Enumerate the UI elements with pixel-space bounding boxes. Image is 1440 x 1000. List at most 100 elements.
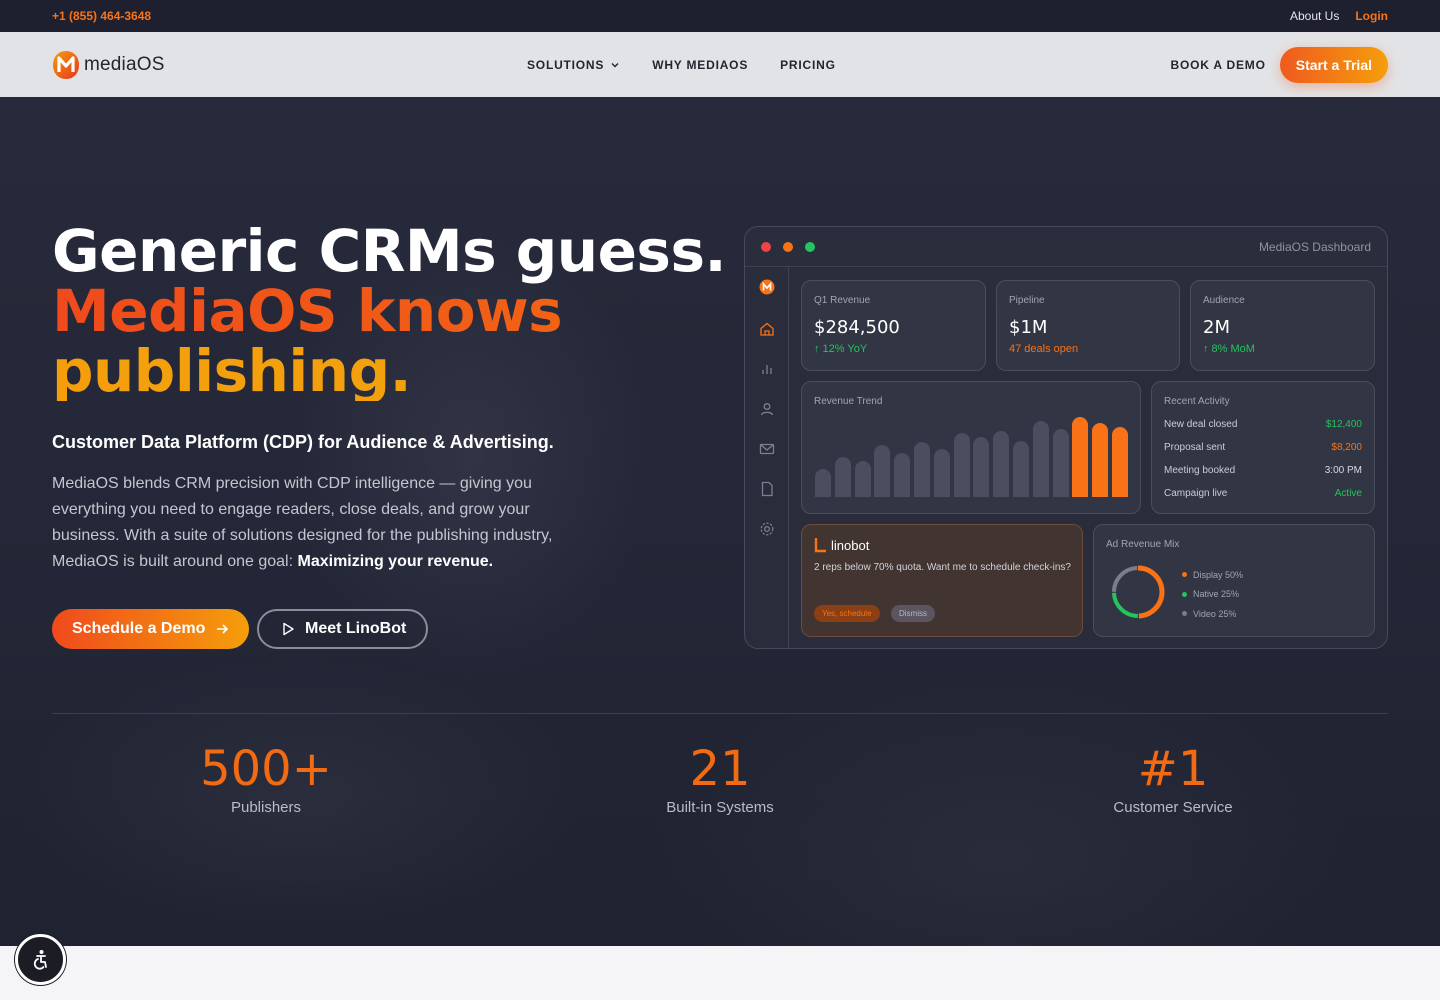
stat-label: Publishers: [230, 799, 302, 816]
stat-built-in-systems: 21 Built-in Systems: [570, 745, 870, 816]
headline-line-1: Generic CRMs guess.: [52, 217, 727, 285]
book-demo-link[interactable]: BOOK A DEMO: [1170, 58, 1265, 72]
kpi-label: Pipeline: [1009, 295, 1045, 306]
accessibility-button[interactable]: [15, 934, 66, 985]
activity-value: $12,400: [1325, 419, 1362, 430]
stat-value: 500+: [200, 741, 332, 797]
legend-item: Native 25%: [1182, 585, 1243, 605]
kpi-value: $284,500: [814, 317, 900, 338]
activity-name: Proposal sent: [1164, 442, 1226, 453]
primary-menu: SOLUTIONS WHY MEDIAOS PRICING: [527, 58, 836, 72]
linobot-card: linobot 2 reps below 70% quota. Want me …: [801, 524, 1083, 637]
mediaos-logo-icon: [53, 50, 79, 79]
about-us-link[interactable]: About Us: [1290, 9, 1339, 23]
chart-icon[interactable]: [759, 361, 775, 377]
stat-customer-service: #1 Customer Service: [1023, 745, 1323, 816]
accessibility-icon: [33, 949, 47, 970]
revenue-trend-bar: [1092, 423, 1109, 497]
headline-line-3: publishing.: [52, 341, 726, 401]
chevron-down-icon: [611, 62, 619, 67]
activity-value: 3:00 PM: [1324, 465, 1362, 476]
logo-wordmark: mediaOS: [84, 53, 165, 75]
hero-section: Generic CRMs guess. MediaOS knows publis…: [0, 97, 1440, 946]
stats-divider: [52, 713, 1388, 714]
revenue-trend-bar: [854, 461, 871, 497]
linobot-name: linobot: [831, 537, 870, 553]
stat-label: Built-in Systems: [666, 799, 774, 816]
stat-publishers: 500+ Publishers: [116, 745, 416, 816]
revenue-trend-bar: [933, 449, 950, 497]
play-icon: [283, 622, 294, 636]
revenue-trend-bar: [993, 431, 1010, 497]
recent-activity-label: Recent Activity: [1164, 396, 1230, 407]
kpi-value: 2M: [1203, 317, 1230, 338]
window-minimize-dot: [783, 241, 793, 252]
home-icon[interactable]: [759, 321, 775, 337]
linobot-dismiss-button[interactable]: Dismiss: [891, 605, 935, 622]
window-maximize-dot: [805, 241, 815, 252]
login-link[interactable]: Login: [1355, 9, 1388, 23]
activity-row: Proposal sent $8,200: [1164, 442, 1362, 453]
linobot-logo-icon: [814, 538, 826, 553]
revenue-trend-card: Revenue Trend: [801, 381, 1141, 514]
document-icon[interactable]: [759, 481, 775, 497]
logo[interactable]: mediaOS: [52, 49, 352, 81]
legend-swatch: [1182, 611, 1187, 617]
menu-solutions[interactable]: SOLUTIONS: [527, 58, 620, 72]
kpi-change: ↑ 12% YoY: [814, 343, 868, 355]
dashboard-titlebar: MediaOS Dashboard: [745, 227, 1387, 267]
dashboard-sidebar: [745, 267, 789, 648]
gear-icon[interactable]: [759, 521, 775, 537]
meet-linobot-label: Meet LinoBot: [305, 620, 407, 637]
revenue-trend-label: Revenue Trend: [814, 396, 883, 407]
stat-label: Customer Service: [1113, 799, 1233, 816]
legend-swatch: [1182, 591, 1187, 597]
kpi-card-pipeline: Pipeline $1M 47 deals open: [996, 280, 1180, 371]
revenue-trend-bar: [1032, 421, 1049, 497]
dashboard-preview: MediaOS Dashboard Q1 Revenue $284,500 ↑ …: [744, 226, 1388, 649]
kpi-label: Audience: [1203, 295, 1245, 306]
kpi-label: Q1 Revenue: [814, 295, 871, 306]
start-trial-button[interactable]: Start a Trial: [1279, 46, 1388, 83]
dashboard-title: MediaOS Dashboard: [1258, 239, 1371, 254]
linobot-accept-button[interactable]: Yes, schedule: [814, 605, 880, 622]
legend-swatch: [1182, 572, 1187, 578]
kpi-change: ↑ 8% MoM: [1203, 343, 1255, 355]
user-icon[interactable]: [759, 401, 775, 417]
menu-why-mediaos[interactable]: WHY MEDIAOS: [652, 58, 748, 72]
revenue-trend-bar: [815, 469, 831, 497]
hero-description-bold: Maximizing your revenue.: [297, 553, 494, 570]
kpi-card-revenue: Q1 Revenue $284,500 ↑ 12% YoY: [801, 280, 986, 371]
legend-item: Video 25%: [1182, 604, 1243, 624]
revenue-trend-bar: [1013, 441, 1029, 497]
mail-icon[interactable]: [759, 441, 775, 457]
menu-solutions-label: SOLUTIONS: [527, 57, 605, 72]
ad-mix-donut-chart: [1111, 565, 1165, 619]
legend-label: Native 25%: [1193, 589, 1240, 600]
hero-description: MediaOS blends CRM precision with CDP in…: [52, 471, 572, 575]
revenue-trend-bar: [973, 437, 990, 497]
utility-bar: +1 (855) 464-3648 About Us Login: [0, 0, 1440, 32]
revenue-trend-bar: [874, 445, 891, 497]
legend-label: Video 25%: [1193, 608, 1237, 619]
arrow-right-icon: [217, 624, 229, 634]
activity-row: New deal closed $12,400: [1164, 419, 1362, 430]
activity-name: New deal closed: [1164, 419, 1238, 430]
revenue-trend-bar: [1052, 429, 1069, 497]
phone-link[interactable]: +1 (855) 464-3648: [52, 9, 151, 23]
revenue-trend-bar: [1072, 417, 1089, 497]
menu-pricing[interactable]: PRICING: [780, 58, 836, 72]
linobot-brand: linobot: [814, 537, 869, 553]
meet-linobot-button[interactable]: Meet LinoBot: [257, 609, 429, 649]
activity-value: $8,200: [1331, 442, 1362, 453]
ad-mix-legend: Display 50% Native 25% Video 25%: [1182, 565, 1243, 624]
activity-name: Campaign live: [1164, 488, 1228, 499]
ad-mix-label: Ad Revenue Mix: [1106, 539, 1180, 550]
recent-activity-card: Recent Activity New deal closed $12,400 P…: [1151, 381, 1375, 514]
schedule-demo-button[interactable]: Schedule a Demo: [52, 609, 250, 649]
kpi-change: 47 deals open: [1009, 343, 1079, 355]
revenue-trend-bar: [894, 453, 911, 497]
hero-subheadline: Customer Data Platform (CDP) for Audienc…: [52, 432, 554, 452]
main-navigation: mediaOS SOLUTIONS WHY MEDIAOS PRICING BO…: [0, 32, 1440, 97]
headline-line-2: MediaOS knows: [52, 281, 726, 341]
